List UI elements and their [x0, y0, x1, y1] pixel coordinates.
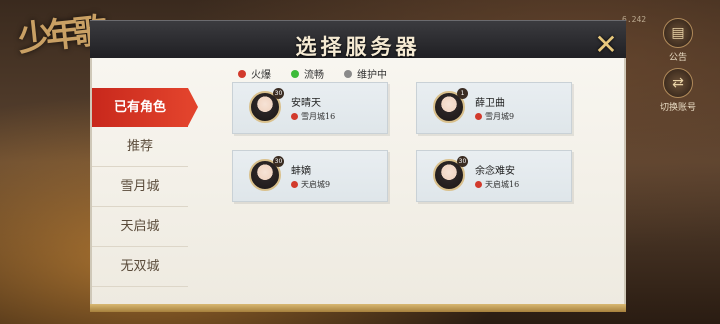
- level-badge: 30: [457, 156, 468, 167]
- status-dot-icon: [291, 181, 298, 188]
- character-card[interactable]: 30 余念难安 天启城16: [416, 150, 572, 202]
- status-legend: 火爆 流畅 维护中: [238, 66, 387, 81]
- green-dot-icon: [291, 69, 299, 78]
- character-name: 安晴天: [291, 98, 321, 109]
- character-name: 蚌嫡: [291, 166, 311, 177]
- character-server: 雪月城9: [475, 111, 514, 122]
- gray-dot-icon: [344, 69, 352, 78]
- server-select-dialog: 选择服务器 ✕ 已有角色 推荐 雪月城 天启城 无双城 火爆 流畅 维护中 30…: [90, 12, 626, 312]
- character-card[interactable]: 1 薛卫曲 雪月城9: [416, 82, 572, 134]
- level-badge: 30: [273, 156, 284, 167]
- status-dot-icon: [475, 113, 482, 120]
- character-card[interactable]: 30 蚌嫡 天启城9: [232, 150, 388, 202]
- level-badge: 1: [457, 88, 468, 99]
- character-name: 薛卫曲: [475, 98, 505, 109]
- server-tabs: 已有角色 推荐 雪月城 天启城 无双城: [92, 88, 198, 287]
- dialog-panel: 已有角色 推荐 雪月城 天启城 无双城 火爆 流畅 维护中 30 安晴天 雪月城…: [90, 58, 626, 310]
- tab-existing-characters[interactable]: 已有角色: [92, 88, 198, 127]
- notice-label: 公告: [668, 53, 687, 63]
- switch-account-icon: ⇄: [663, 68, 693, 98]
- dialog-titlebar: 选择服务器 ✕: [90, 20, 626, 60]
- notice-icon: ▤: [663, 18, 693, 48]
- red-dot-icon: [238, 69, 246, 78]
- character-server: 雪月城16: [291, 111, 335, 122]
- status-dot-icon: [291, 113, 298, 120]
- legend-maintenance: 维护中: [344, 66, 387, 81]
- tab-recommended[interactable]: 推荐: [92, 127, 188, 167]
- notice-button[interactable]: ▤ 公告: [648, 18, 708, 63]
- switch-account-label: 切换账号: [659, 103, 696, 113]
- close-button[interactable]: ✕: [592, 31, 620, 59]
- tab-tianqi[interactable]: 天启城: [92, 207, 188, 247]
- character-server: 天启城9: [291, 179, 330, 190]
- character-card[interactable]: 30 安晴天 雪月城16: [232, 82, 388, 134]
- panel-bottom-trim: [90, 304, 626, 312]
- character-server: 天启城16: [475, 179, 519, 190]
- legend-hot: 火爆: [238, 66, 271, 81]
- tab-wushuang[interactable]: 无双城: [92, 247, 188, 287]
- character-name: 余念难安: [475, 166, 515, 177]
- tab-xueyue[interactable]: 雪月城: [92, 167, 188, 207]
- switch-account-button[interactable]: ⇄ 切换账号: [648, 68, 708, 113]
- level-badge: 30: [273, 88, 284, 99]
- status-dot-icon: [475, 181, 482, 188]
- legend-smooth: 流畅: [291, 66, 324, 81]
- dialog-title: 选择服务器: [295, 34, 421, 59]
